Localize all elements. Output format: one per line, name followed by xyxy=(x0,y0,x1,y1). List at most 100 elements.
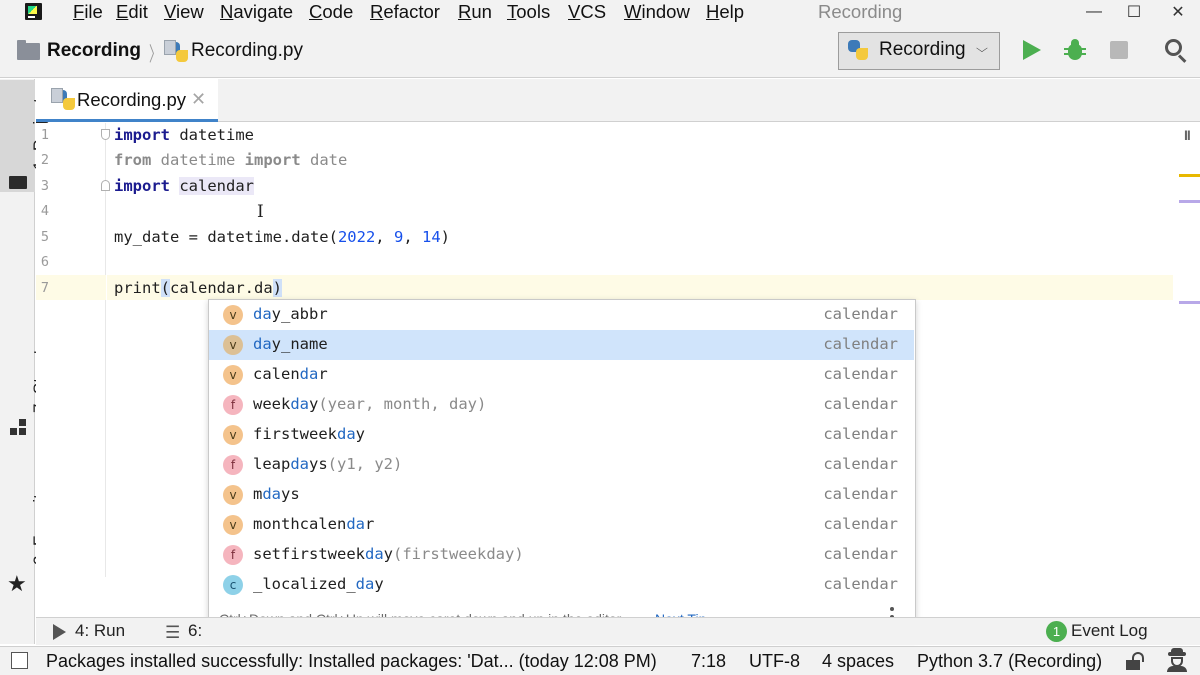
completion-name-prefix: setfirstweek xyxy=(253,545,365,563)
menu-view[interactable]: View xyxy=(164,0,204,24)
code-text: , xyxy=(375,228,394,246)
maximize-button[interactable]: ☐ xyxy=(1114,0,1154,24)
close-tab-icon[interactable]: ✕ xyxy=(191,89,206,110)
code-line-3[interactable]: import calendar xyxy=(114,177,254,195)
search-icon[interactable] xyxy=(1164,38,1188,63)
completion-name-prefix: firstweek xyxy=(253,425,337,443)
code-identifier-highlight: calendar xyxy=(179,177,254,195)
tool-tab-event-log[interactable]: Event Log xyxy=(1071,621,1148,641)
completion-item[interactable]: c _localized_day calendar xyxy=(209,570,914,600)
menu-help[interactable]: Help xyxy=(706,0,744,24)
breadcrumb-project[interactable]: Recording xyxy=(47,40,141,62)
completion-item[interactable]: v day_abbr calendar xyxy=(209,300,914,330)
code-line-5[interactable]: my_date = datetime.date(2022, 9, 14) xyxy=(114,228,450,246)
completion-item-name: monthcalendar xyxy=(253,515,374,533)
menu-refactor[interactable]: Refactor xyxy=(370,0,440,24)
completion-item[interactable]: v calendar calendar xyxy=(209,360,914,390)
fold-marker-icon[interactable] xyxy=(101,129,110,140)
completion-params: (firstweekday) xyxy=(393,545,524,563)
menu-file[interactable]: File xyxy=(73,0,103,24)
python-file-icon xyxy=(51,88,75,110)
code-line-1[interactable]: import datetime xyxy=(114,126,254,144)
completion-kind-v-icon: v xyxy=(223,365,243,385)
completion-item-type: calendar xyxy=(823,575,898,593)
unlock-icon[interactable] xyxy=(1125,652,1145,670)
keyword: import xyxy=(114,177,170,195)
debug-bug-icon[interactable] xyxy=(1064,38,1086,62)
error-stripe-warning[interactable] xyxy=(1179,174,1200,177)
tool-tab-structure[interactable]: 7: Structure xyxy=(0,318,49,418)
line-number: 1 xyxy=(40,127,50,143)
completion-item[interactable]: v monthcalendar calendar xyxy=(209,510,914,540)
completion-name-suffix: y_abbr xyxy=(271,305,328,323)
menu-code[interactable]: Code xyxy=(309,0,353,24)
completion-name-prefix: m xyxy=(253,485,263,503)
star-icon: ★ xyxy=(7,571,27,596)
close-button[interactable]: ✕ xyxy=(1158,0,1198,24)
stop-button[interactable] xyxy=(1110,41,1128,59)
line-number: 4 xyxy=(40,203,50,219)
code-text: date xyxy=(300,151,348,169)
completion-kind-v-icon: v xyxy=(223,305,243,325)
toggle-tool-windows-icon[interactable] xyxy=(11,652,28,669)
error-stripe-info[interactable] xyxy=(1179,301,1200,304)
completion-name-match: da xyxy=(364,545,384,563)
keyword: import xyxy=(114,126,170,144)
caret-position[interactable]: 7:18 xyxy=(691,651,726,672)
line-number: 6 xyxy=(40,254,50,270)
completion-item-name: firstweekday xyxy=(253,425,365,443)
completion-item-name: day_abbr xyxy=(253,305,328,323)
status-message[interactable]: Packages installed successfully: Install… xyxy=(46,651,657,672)
indent-setting[interactable]: 4 spaces xyxy=(822,651,894,672)
completion-name-suffix: y xyxy=(309,395,319,413)
python-config-icon xyxy=(848,40,868,60)
python-interpreter[interactable]: Python 3.7 (Recording) xyxy=(917,651,1102,672)
completion-name-prefix: leap xyxy=(253,455,291,473)
completion-item-type: calendar xyxy=(823,515,898,533)
completion-kind-f-icon: f xyxy=(223,545,243,565)
tool-tab-todo[interactable]: 6: xyxy=(188,621,202,641)
editor-tab-label: Recording.py xyxy=(77,89,187,110)
completion-item-type: calendar xyxy=(823,335,898,353)
menu-vcs[interactable]: VCS xyxy=(568,0,606,24)
completion-item-type: calendar xyxy=(823,395,898,413)
breadcrumb-file[interactable]: Recording.py xyxy=(191,40,303,62)
completion-item[interactable]: v day_name calendar xyxy=(209,330,914,360)
completion-name-prefix: calen xyxy=(253,365,300,383)
completion-item[interactable]: v mdays calendar xyxy=(209,480,914,510)
line-number: 2 xyxy=(40,152,50,168)
code-line-2[interactable]: from datetime import date xyxy=(114,151,347,169)
pause-icon[interactable]: II xyxy=(1184,127,1191,143)
completion-name-prefix: week xyxy=(253,395,291,413)
completion-item-type: calendar xyxy=(823,545,898,563)
tool-tab-run[interactable]: 4: Run xyxy=(75,621,125,641)
inspector-icon[interactable] xyxy=(1166,648,1188,672)
fold-marker-icon[interactable] xyxy=(101,180,110,191)
file-encoding[interactable]: UTF-8 xyxy=(749,651,800,672)
completion-item[interactable]: f setfirstweekday(firstweekday) calendar xyxy=(209,540,914,570)
menu-window[interactable]: Window xyxy=(624,0,690,24)
completion-kind-c-icon: c xyxy=(223,575,243,595)
code-line-7[interactable]: print(calendar.da) xyxy=(114,279,283,297)
minimize-button[interactable]: — xyxy=(1074,0,1114,24)
completion-item-name: calendar xyxy=(253,365,328,383)
menu-edit[interactable]: Edit xyxy=(116,0,148,24)
menu-tools[interactable]: Tools xyxy=(507,0,550,24)
menu-run[interactable]: Run xyxy=(458,0,492,24)
code-text: print xyxy=(114,279,161,297)
completion-item-name: mdays xyxy=(253,485,300,503)
error-stripe-info[interactable] xyxy=(1179,200,1200,203)
completion-params: (y1, y2) xyxy=(327,455,403,473)
completion-name-suffix: r xyxy=(318,365,328,383)
menu-navigate[interactable]: Navigate xyxy=(220,0,293,24)
folder-icon xyxy=(17,40,40,60)
completion-name-match: da xyxy=(299,365,319,383)
todo-list-icon: ☰ xyxy=(165,623,181,642)
tool-tab-favorites[interactable]: 2: Favorites xyxy=(0,470,49,565)
completion-item[interactable]: f weekday(year, month, day) calendar xyxy=(209,390,914,420)
completion-kind-v-icon: v xyxy=(223,425,243,445)
run-button[interactable] xyxy=(1023,40,1041,60)
text-cursor-icon: I xyxy=(257,202,264,222)
completion-item[interactable]: f leapdays(y1, y2) calendar xyxy=(209,450,914,480)
completion-item[interactable]: v firstweekday calendar xyxy=(209,420,914,450)
